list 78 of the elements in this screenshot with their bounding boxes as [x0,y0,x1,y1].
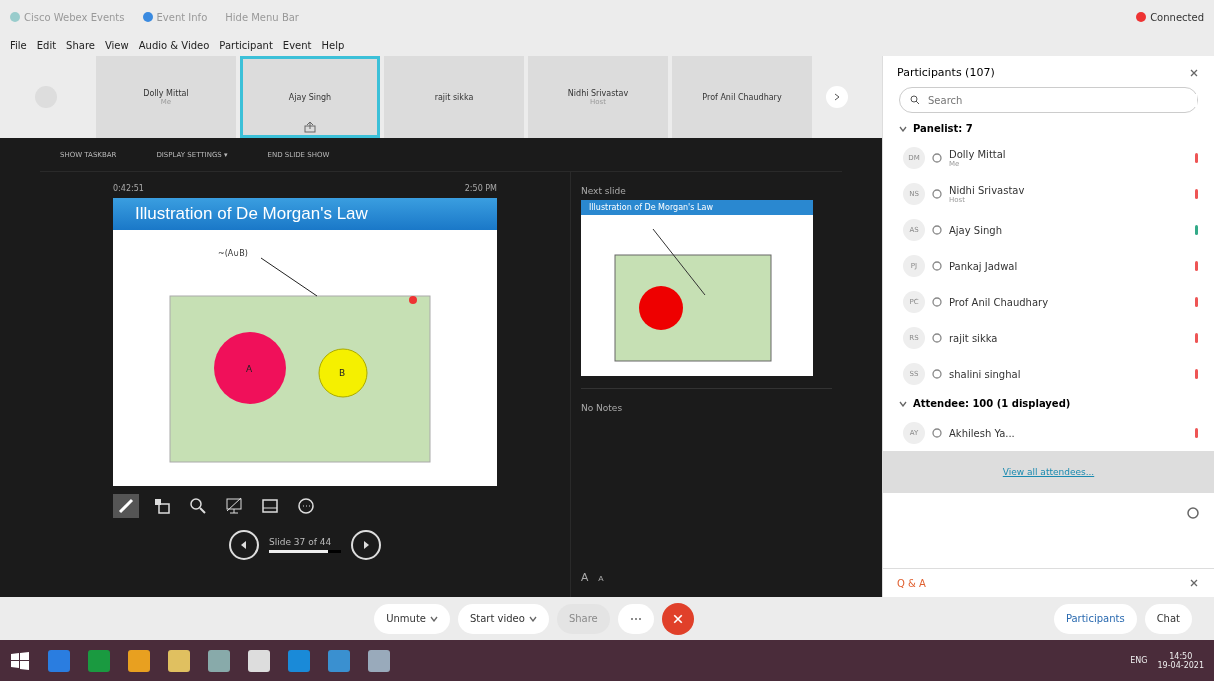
participant-name: Pankaj Jadwal [949,260,1019,272]
participant-name: rajit sikka [949,332,999,344]
participants-button[interactable]: Participants [1053,603,1137,634]
decrease-font-button[interactable]: A [598,574,604,583]
close-button[interactable] [1188,577,1200,589]
circle-label: B [339,368,346,378]
subtitles-icon [261,497,279,515]
section-header[interactable]: Attendee: 100 (1 displayed) [883,392,1214,415]
participant-name: Akhilesh Ya... [949,427,1016,439]
participant-name: Dolly Mittal [949,148,1007,160]
menu-item[interactable]: Participant [219,39,273,51]
panel-title: Participants (107) [897,66,995,79]
tile-name: Ajay Singh [288,92,332,102]
windows-start-icon[interactable] [10,650,30,671]
menu-item[interactable]: View [104,39,129,51]
menu-item[interactable]: Edit [36,39,57,51]
unmute-button[interactable]: Unmute [374,603,450,634]
close-icon [1190,68,1198,77]
search-icon [189,497,207,515]
language-indicator[interactable]: ENG [1130,656,1148,665]
participant-name: Ajay Singh [949,224,1003,236]
taskbar-app-icon[interactable] [128,649,150,672]
close-icon [672,613,683,624]
play-icon [361,540,371,550]
close-icon [1190,579,1198,587]
more-icon [629,616,642,621]
next-slide-label: Next slide [581,186,627,196]
connection-status[interactable]: Connected [1136,11,1204,23]
video-tile[interactable]: Ajay Singh [240,56,380,138]
video-tile[interactable]: Prof Anil Chaudhary [672,56,812,138]
slide-counter: Slide 37 of 44 [269,537,333,547]
clock-time: 2:50 PM [464,184,497,193]
slide-title: Illustration of De Morgan's Law [113,198,497,230]
slides-icon [153,497,171,515]
taskbar-app-icon[interactable] [368,649,390,672]
monitor-off-icon [225,497,243,515]
tile-name: Dolly Mittal [143,88,189,98]
qa-header[interactable]: Q & A [897,577,926,589]
taskbar-app-icon[interactable] [248,649,270,672]
menu-item[interactable]: Share [66,39,95,51]
menu-item[interactable]: File [10,39,27,51]
tile-name: Nidhi Srivastav [567,88,629,98]
share-icon [304,121,316,133]
slide-progress-bar [269,550,341,553]
tile-name: rajit sikka [434,92,474,102]
elapsed-timer: 0:42:51 [113,184,144,193]
chevron-down-icon [528,615,537,622]
next-slide-title: Illustration of De Morgan's Law [581,200,813,215]
participant-name: shalini singhal [949,368,1022,380]
chat-button[interactable]: Chat [1144,603,1192,634]
chevron-right-icon [833,93,841,101]
menu-item[interactable]: Audio & Video [138,39,210,51]
pen-button[interactable] [113,494,139,518]
participant-name: Nidhi Srivastav [949,184,1026,196]
chevron-down-icon [899,400,907,407]
taskbar-clock[interactable]: 14:50 19-04-2021 [1157,651,1204,670]
play-left-icon [239,540,249,550]
tile-name: Prof Anil Chaudhary [702,92,782,102]
menu-item[interactable]: Help [321,39,345,51]
increase-font-button[interactable]: A [581,571,589,583]
section-header[interactable]: Panelist: 7 [883,117,1214,140]
video-tile[interactable]: rajit sikka [384,56,524,138]
pen-icon [117,497,135,515]
circle-label: A [246,364,253,374]
start-video-button[interactable]: Start video [457,603,549,634]
chevron-down-icon [899,125,907,132]
participant-name: Prof Anil Chaudhary [949,296,1050,308]
leave-button[interactable] [661,602,694,635]
next-slide-button[interactable] [351,530,381,560]
notes-text: No Notes [581,403,624,413]
taskbar-app-icon[interactable] [168,649,190,672]
previous-slide-button[interactable] [229,530,259,560]
search-icon [910,95,920,105]
slide-label: ~(A∪B) [218,249,248,258]
taskbar-app-icon[interactable] [208,649,230,672]
more-icon [297,497,315,515]
chevron-down-icon [429,615,438,622]
menu-item[interactable]: Event [282,39,312,51]
